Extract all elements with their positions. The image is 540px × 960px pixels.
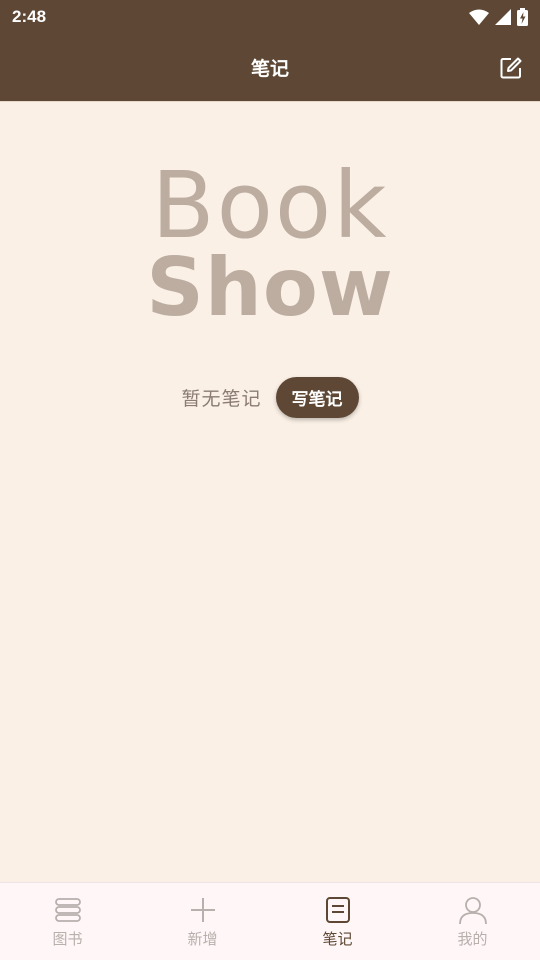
signal-icon <box>495 9 511 25</box>
bookshow-logo: Book Show <box>0 160 540 328</box>
nav-label-me: 我的 <box>457 929 488 948</box>
write-note-button[interactable]: 写笔记 <box>275 376 359 418</box>
status-icons <box>469 8 528 26</box>
nav-item-add[interactable]: 新增 <box>135 883 270 960</box>
plus-icon <box>188 895 218 925</box>
logo-line-show: Show <box>146 241 394 334</box>
bottom-nav: 图书 新增 笔记 我的 <box>0 882 540 960</box>
nav-item-me[interactable]: 我的 <box>405 883 540 960</box>
nav-item-notes[interactable]: 笔记 <box>270 883 405 960</box>
page-title: 笔记 <box>250 58 289 80</box>
status-bar: 2:48 <box>0 0 540 34</box>
nav-label-add: 新增 <box>187 929 218 948</box>
nav-label-books: 图书 <box>52 929 83 948</box>
edit-note-button[interactable] <box>498 55 524 81</box>
status-time: 2:48 <box>12 7 47 26</box>
empty-state-message: 暂无笔记 <box>181 387 262 410</box>
battery-icon <box>517 8 528 26</box>
app-bar: 笔记 <box>0 34 540 101</box>
logo-line-book: Book <box>151 152 389 259</box>
nav-item-books[interactable]: 图书 <box>0 883 135 960</box>
edit-icon <box>500 57 522 78</box>
app-bar-divider <box>0 101 540 102</box>
nav-label-notes: 笔记 <box>322 929 353 948</box>
books-icon <box>53 895 83 925</box>
note-icon <box>323 895 353 925</box>
person-icon <box>458 895 488 925</box>
wifi-icon <box>469 9 489 25</box>
empty-state: 暂无笔记 写笔记 <box>0 376 540 418</box>
